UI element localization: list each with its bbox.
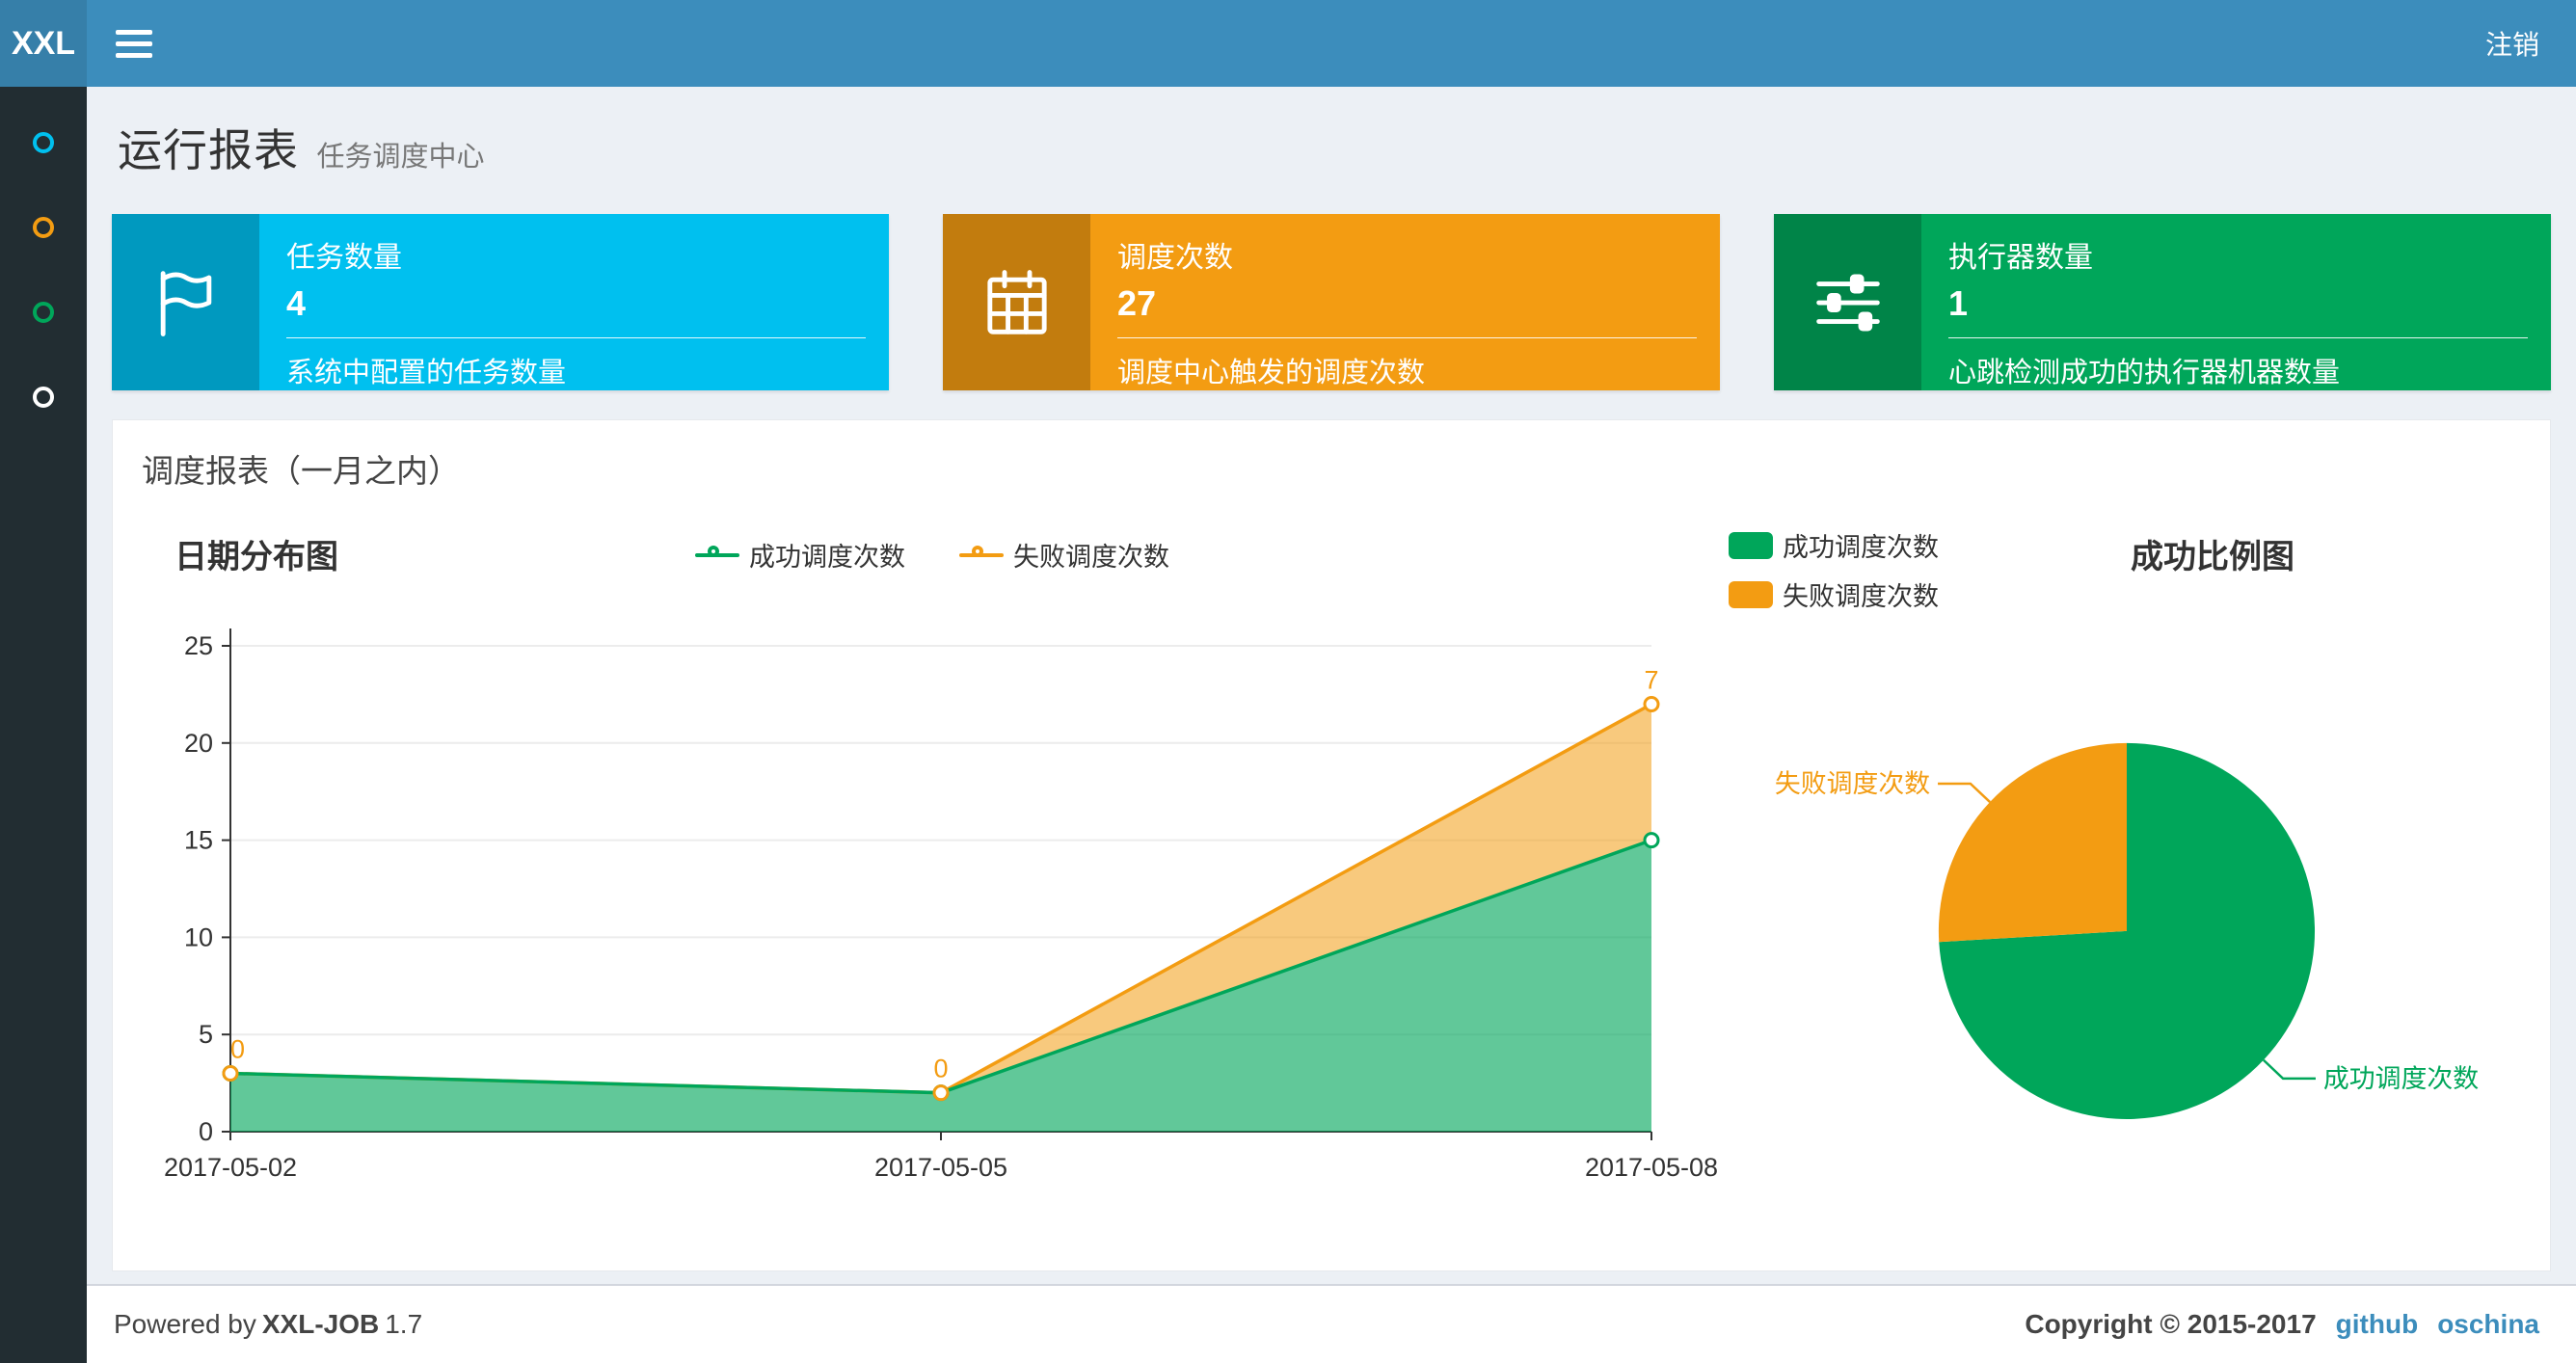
line-chart-legend: 成功调度次数 失败调度次数 <box>142 524 1723 574</box>
date-distribution-block: 日期分布图 成功调度次数 失败调度次数 0 5 10 15 20 25 2017… <box>142 524 1723 1242</box>
divider <box>1948 337 2528 338</box>
page-header: 运行报表 任务调度中心 <box>112 110 2551 179</box>
line-series-marker-icon <box>695 545 739 566</box>
pie-swatch-icon <box>1729 531 1773 559</box>
powered-prefix: Powered by <box>114 1309 256 1339</box>
stat-box-body: 调度次数 27 调度中心触发的调度次数 <box>1090 214 1720 390</box>
oschina-link[interactable]: oschina <box>2437 1309 2539 1339</box>
legend-label: 失败调度次数 <box>1013 543 1169 572</box>
sliders-icon <box>1774 214 1921 390</box>
top-navbar: XXL 注销 <box>0 0 2576 87</box>
stat-label: 调度次数 <box>1117 242 1233 274</box>
svg-text:25: 25 <box>184 631 213 660</box>
success-ratio-chart: 成功调度次数 失败调度次数 <box>1775 742 2479 1119</box>
flag-icon <box>112 214 259 390</box>
svg-text:20: 20 <box>184 729 213 758</box>
main-area: 运行报表 任务调度中心 任务数量 4 系统中配置的任务数量 调度次数 27 调度… <box>87 87 2576 1363</box>
stat-box-jobs: 任务数量 4 系统中配置的任务数量 <box>112 214 889 390</box>
sidebar <box>0 87 87 1363</box>
calendar-icon <box>943 214 1090 390</box>
success-ratio-block: 成功调度次数 失败调度次数 成功比例图 成功调度次数 失败调度次数 <box>1723 524 2525 1242</box>
logout-link[interactable]: 注销 <box>2485 24 2539 63</box>
stat-value: 1 <box>1948 283 1969 323</box>
svg-text:0: 0 <box>199 1117 213 1146</box>
stat-box-triggers: 调度次数 27 调度中心触发的调度次数 <box>943 214 1720 390</box>
sidebar-toggle-icon[interactable] <box>116 29 152 58</box>
svg-text:2017-05-05: 2017-05-05 <box>874 1153 1007 1182</box>
stat-box-executors: 执行器数量 1 心跳检测成功的执行器机器数量 <box>1774 214 2551 390</box>
app-logo[interactable]: XXL <box>0 0 87 87</box>
sidebar-item-dashboard[interactable] <box>0 100 87 185</box>
pie-chart-legend: 成功调度次数 失败调度次数 <box>1729 524 1939 613</box>
circle-icon <box>33 302 54 323</box>
pie-chart-title: 成功比例图 <box>2131 539 2294 575</box>
report-panel: 调度报表（一月之内） 日期分布图 成功调度次数 失败调度次数 0 5 10 15… <box>112 419 2551 1271</box>
legend-label: 成功调度次数 <box>749 543 905 572</box>
line-chart-title: 日期分布图 <box>174 539 338 575</box>
stat-boxes: 任务数量 4 系统中配置的任务数量 调度次数 27 调度中心触发的调度次数 执行… <box>112 214 2551 390</box>
github-link[interactable]: github <box>2336 1309 2419 1339</box>
pie-chart-header: 成功调度次数 失败调度次数 成功比例图 <box>1729 524 2525 613</box>
stat-label: 执行器数量 <box>1948 242 2093 274</box>
footer: Powered by XXL-JOB 1.7 Copyright © 2015-20… <box>87 1284 2576 1363</box>
sidebar-item-job-manage[interactable] <box>0 185 87 270</box>
stat-description: 调度中心触发的调度次数 <box>1117 358 1426 388</box>
circle-icon <box>33 132 54 153</box>
charts-row: 日期分布图 成功调度次数 失败调度次数 0 5 10 15 20 25 2017… <box>142 524 2521 1242</box>
svg-text:成功调度次数: 成功调度次数 <box>2323 1064 2479 1093</box>
pie-swatch-icon <box>1729 580 1773 608</box>
svg-text:7: 7 <box>1644 665 1658 694</box>
legend-item-fail[interactable]: 失败调度次数 <box>1729 575 1939 613</box>
divider <box>286 337 866 338</box>
version: 1.7 <box>385 1309 423 1339</box>
powered-by: Powered by XXL-JOB 1.7 <box>114 1309 422 1340</box>
page-subtitle: 任务调度中心 <box>316 142 485 173</box>
svg-text:失败调度次数: 失败调度次数 <box>1775 769 1930 798</box>
svg-text:0: 0 <box>230 1035 245 1064</box>
svg-text:5: 5 <box>199 1020 213 1049</box>
circle-icon <box>33 387 54 408</box>
divider <box>1117 337 1697 338</box>
stat-label: 任务数量 <box>286 242 402 274</box>
legend-item-fail[interactable]: 失败调度次数 <box>959 536 1169 574</box>
stat-box-body: 执行器数量 1 心跳检测成功的执行器机器数量 <box>1921 214 2551 390</box>
date-distribution-chart: 05101520252017-05-02 2017-05-05 2017-05-08… <box>164 628 1718 1182</box>
svg-text:0: 0 <box>933 1055 948 1083</box>
line-series-marker-icon <box>959 545 1004 566</box>
svg-text:2017-05-08: 2017-05-08 <box>1585 1153 1718 1182</box>
stat-description: 系统中配置的任务数量 <box>286 358 567 388</box>
stat-description: 心跳检测成功的执行器机器数量 <box>1948 358 2341 388</box>
stat-value: 4 <box>286 283 307 323</box>
legend-label: 失败调度次数 <box>1783 582 1939 611</box>
svg-text:15: 15 <box>184 826 213 855</box>
copyright: Copyright © 2015-2017 github oschina <box>2025 1309 2539 1339</box>
legend-label: 成功调度次数 <box>1783 533 1939 562</box>
circle-icon <box>33 217 54 238</box>
stat-value: 27 <box>1117 283 1157 323</box>
page-title: 运行报表 <box>118 125 299 175</box>
legend-item-success[interactable]: 成功调度次数 <box>1729 526 1939 564</box>
stat-box-body: 任务数量 4 系统中配置的任务数量 <box>259 214 889 390</box>
line-chart-header: 日期分布图 成功调度次数 失败调度次数 <box>142 524 1723 586</box>
svg-text:2017-05-02: 2017-05-02 <box>164 1153 297 1182</box>
svg-text:10: 10 <box>184 922 213 951</box>
sidebar-item-job-log[interactable] <box>0 270 87 355</box>
content: 运行报表 任务调度中心 任务数量 4 系统中配置的任务数量 调度次数 27 调度… <box>87 87 2576 1284</box>
navbar-body: 注销 <box>87 0 2576 87</box>
sidebar-item-executor-manage[interactable] <box>0 355 87 440</box>
legend-item-success[interactable]: 成功调度次数 <box>695 536 905 574</box>
brand-name: XXL-JOB <box>261 1309 380 1339</box>
panel-title: 调度报表（一月之内） <box>142 453 460 489</box>
